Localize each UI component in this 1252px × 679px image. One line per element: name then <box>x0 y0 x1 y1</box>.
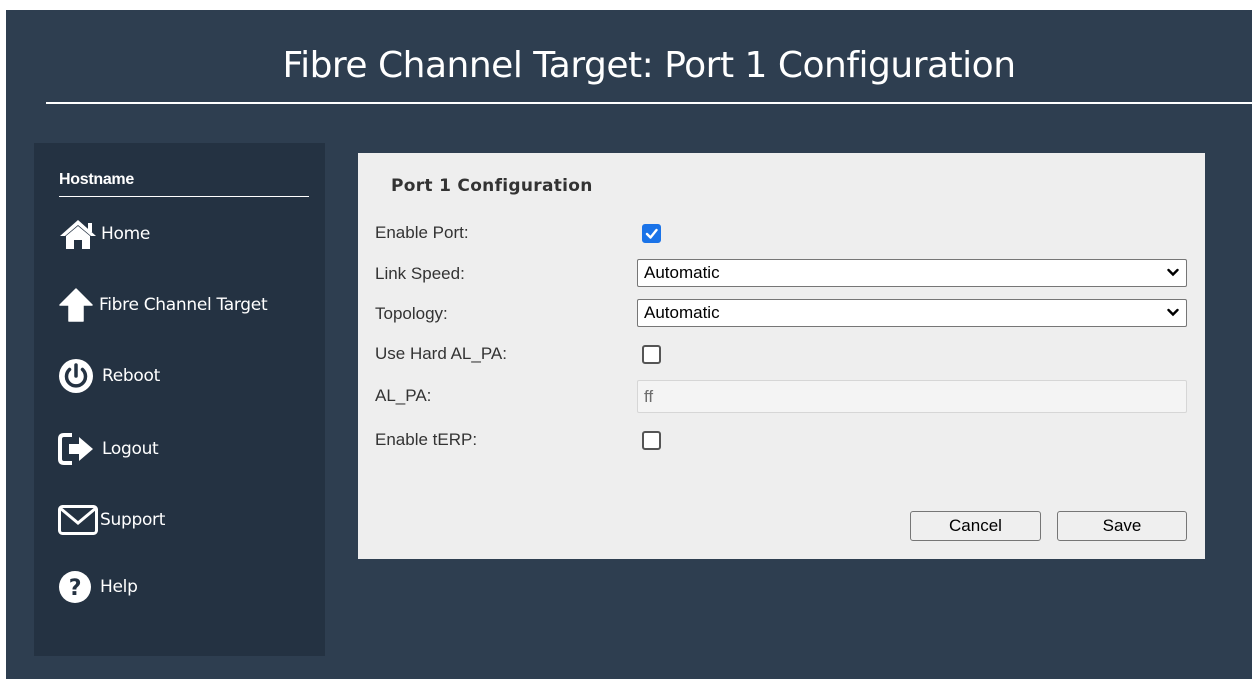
sidebar-item-label: Logout <box>102 439 159 459</box>
al-pa-label: AL_PA: <box>375 386 432 405</box>
sidebar-item-logout[interactable]: Logout <box>58 429 159 469</box>
svg-text:?: ? <box>69 576 81 601</box>
al-pa-input[interactable]: ff <box>637 380 1187 413</box>
link-speed-value: Automatic <box>644 263 720 282</box>
question-icon: ? <box>58 570 92 604</box>
enable-terp-checkbox[interactable] <box>642 431 661 450</box>
arrow-up-icon <box>58 288 94 322</box>
sidebar-item-reboot[interactable]: Reboot <box>58 356 160 396</box>
use-hard-al-pa-checkbox[interactable] <box>642 345 661 364</box>
link-speed-select[interactable]: Automatic <box>637 259 1187 287</box>
sidebar-item-label: Help <box>100 577 138 597</box>
enable-port-label: Enable Port: <box>375 223 469 242</box>
sidebar-item-label: Support <box>100 510 166 530</box>
envelope-icon <box>58 505 98 535</box>
topology-value: Automatic <box>644 303 720 322</box>
sidebar: Hostname Home Fibre Channel Target Reboo… <box>34 143 325 656</box>
power-icon <box>58 358 94 394</box>
title-divider <box>46 102 1252 104</box>
sidebar-item-help[interactable]: ? Help <box>58 567 138 607</box>
sidebar-item-label: Reboot <box>102 366 160 386</box>
port-config-panel: Port 1 Configuration Enable Port: Link S… <box>358 153 1205 559</box>
sidebar-item-label: Fibre Channel Target <box>99 295 268 315</box>
chevron-down-icon <box>1167 308 1179 317</box>
chevron-down-icon <box>1167 268 1179 277</box>
home-icon <box>58 217 98 251</box>
link-speed-label: Link Speed: <box>375 264 465 283</box>
sidebar-item-label: Home <box>101 224 151 244</box>
enable-terp-label: Enable tERP: <box>375 430 478 449</box>
app-window: Fibre Channel Target: Port 1 Configurati… <box>6 10 1252 679</box>
use-hard-al-pa-label: Use Hard AL_PA: <box>375 344 507 363</box>
save-button[interactable]: Save <box>1057 511 1187 541</box>
panel-title: Port 1 Configuration <box>391 176 593 196</box>
sidebar-hostname: Hostname <box>59 171 309 197</box>
logout-icon <box>58 433 96 465</box>
cancel-button[interactable]: Cancel <box>910 511 1041 541</box>
sidebar-item-fibre-channel-target[interactable]: Fibre Channel Target <box>58 285 268 325</box>
topology-label: Topology: <box>375 304 448 323</box>
sidebar-item-home[interactable]: Home <box>58 214 150 254</box>
page-title: Fibre Channel Target: Port 1 Configurati… <box>282 45 1016 86</box>
sidebar-item-support[interactable]: Support <box>58 500 165 540</box>
enable-port-checkbox[interactable] <box>642 224 661 243</box>
checkmark-icon <box>645 228 658 239</box>
topology-select[interactable]: Automatic <box>637 299 1187 327</box>
